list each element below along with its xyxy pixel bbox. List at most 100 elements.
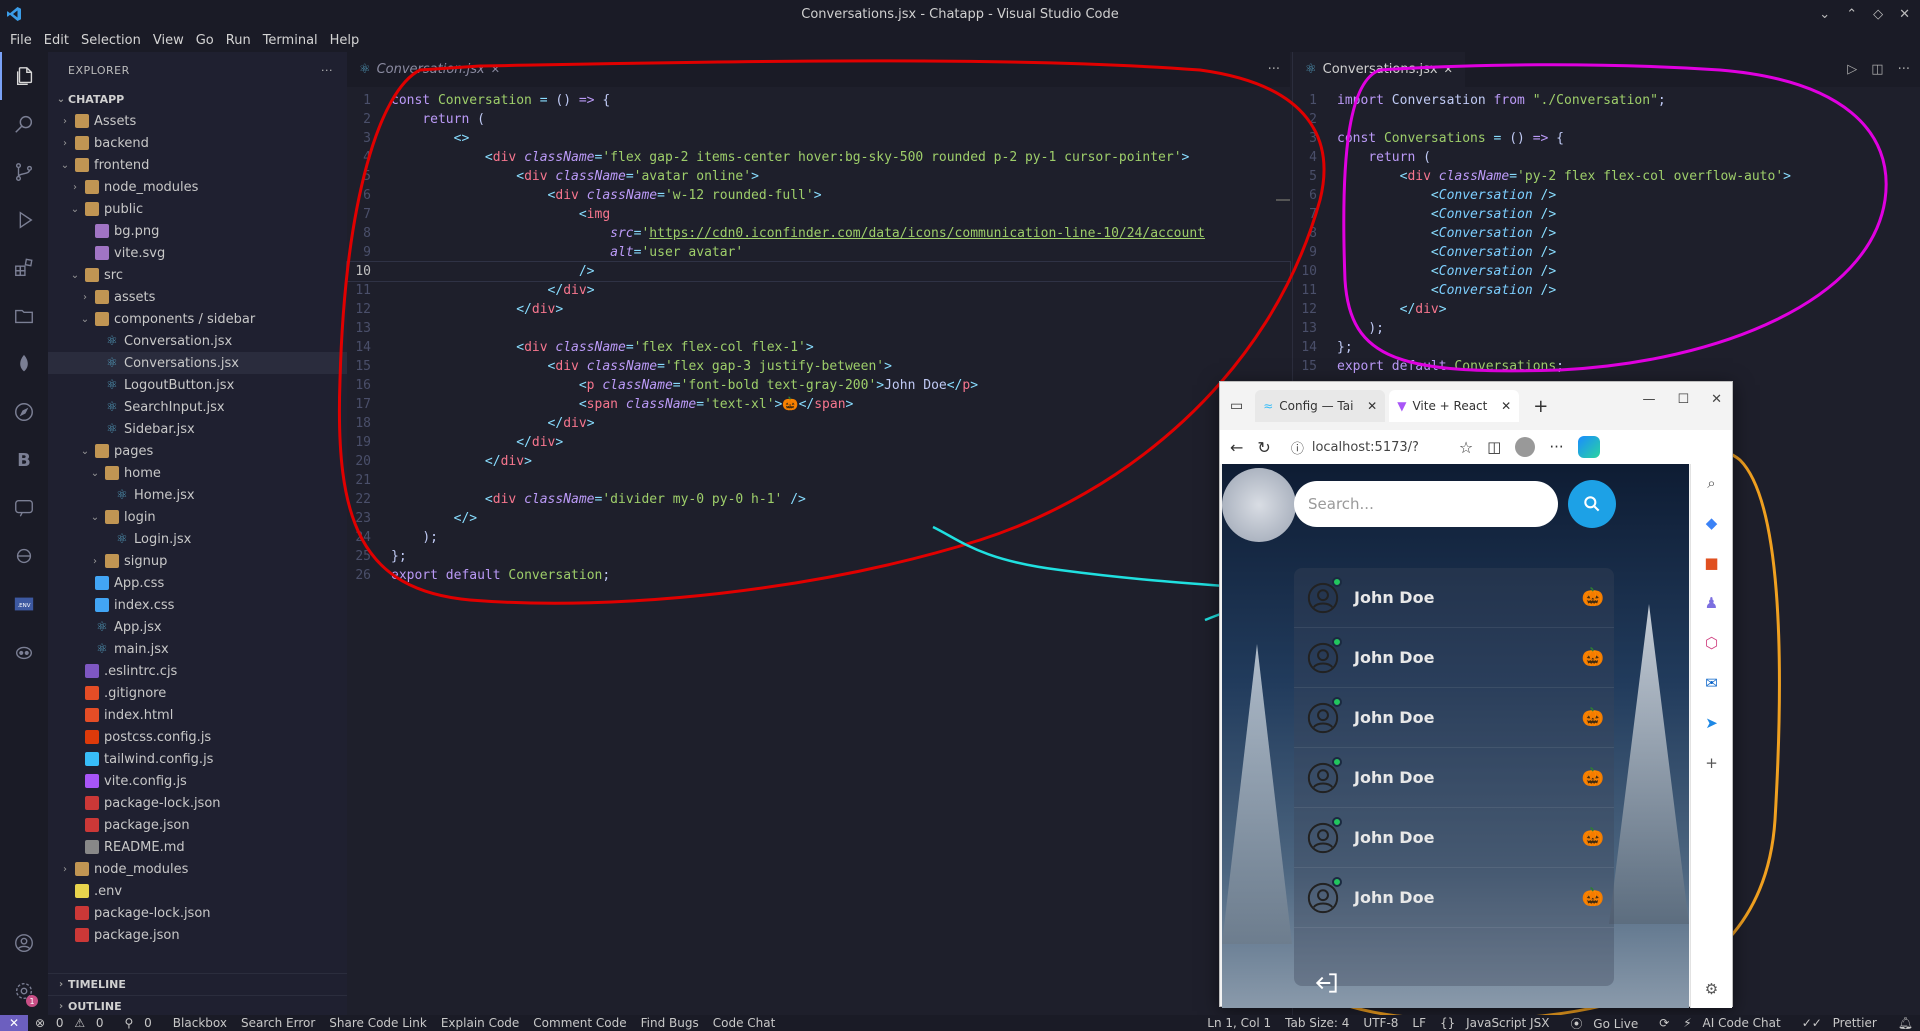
new-tab-icon[interactable]: + [1533, 396, 1548, 417]
extensions-icon[interactable] [0, 244, 48, 292]
outlook-icon[interactable]: ✉ [1705, 674, 1718, 692]
file-item[interactable]: .gitignore [48, 682, 347, 704]
maximize-icon[interactable]: ☐ [1677, 392, 1689, 407]
code-line[interactable]: 24 ); [347, 528, 1290, 547]
telegram-icon[interactable]: ➤ [1705, 714, 1718, 732]
file-item[interactable]: README.md [48, 836, 347, 858]
code-line[interactable]: 16 <p className='font-bold text-gray-200… [347, 376, 1290, 395]
code-line[interactable]: 5 <div className='py-2 flex flex-col ove… [1293, 167, 1920, 186]
folder-item[interactable]: ⌄ src [48, 264, 347, 286]
more-actions-icon[interactable]: ··· [1268, 62, 1280, 77]
back-arrow-icon[interactable]: ← [1230, 438, 1243, 457]
office-icon[interactable]: ⬡ [1705, 634, 1718, 652]
status-blackbox[interactable]: Blackbox [166, 1016, 234, 1030]
code-editor-left[interactable]: 1 const Conversation = () => {2 return (3… [346, 87, 1291, 585]
close-tab-icon[interactable]: ✕ [491, 63, 500, 76]
env-icon[interactable]: .ENV [0, 580, 48, 628]
folder-item[interactable]: ⌄ pages [48, 440, 347, 462]
copilot-icon[interactable] [0, 628, 48, 676]
tab-size[interactable]: Tab Size: 4 [1278, 1016, 1356, 1030]
prettier-button[interactable]: ✓✓ Prettier [1795, 1016, 1891, 1030]
ai-code-chat-button[interactable]: ⚡ AI Code Chat [1676, 1016, 1794, 1030]
close-icon[interactable]: ✕ [1711, 392, 1722, 407]
file-item[interactable]: ⚛ SearchInput.jsx [48, 396, 347, 418]
minimize-icon[interactable]: — [1642, 392, 1655, 407]
search-button[interactable] [1568, 480, 1616, 528]
compass-icon[interactable] [0, 388, 48, 436]
code-line[interactable]: 9 alt='user avatar' [347, 243, 1290, 262]
file-item[interactable]: .env [48, 880, 347, 902]
file-item[interactable]: package-lock.json [48, 902, 347, 924]
copilot-icon[interactable] [1577, 436, 1600, 458]
conversation-item[interactable]: John Doe 🎃 [1294, 808, 1614, 868]
file-item[interactable]: vite.config.js [48, 770, 347, 792]
run-icon[interactable]: ▷ [1847, 62, 1857, 77]
code-line[interactable]: 6 <Conversation /> [1293, 186, 1920, 205]
menu-view[interactable]: View [147, 33, 190, 48]
code-line[interactable]: 14 <div className='flex flex-col flex-1'… [347, 338, 1290, 357]
code-line[interactable]: 3 <> [347, 129, 1290, 148]
code-line[interactable]: 7 <img [347, 205, 1290, 224]
file-item[interactable]: index.html [48, 704, 347, 726]
file-item[interactable]: ⚛ Home.jsx [48, 484, 347, 506]
status-find-bugs[interactable]: Find Bugs [634, 1016, 706, 1030]
code-line[interactable]: 21 [347, 471, 1290, 490]
cursor-position[interactable]: Ln 1, Col 1 [1200, 1016, 1278, 1030]
file-item[interactable]: ⚛ Conversations.jsx [48, 352, 347, 374]
tab-conversation-jsx[interactable]: ⚛ Conversation.jsx ✕ [347, 52, 512, 87]
source-control-icon[interactable] [0, 148, 48, 196]
folder-item[interactable]: ⌄ components / sidebar [48, 308, 347, 330]
code-line[interactable]: 5 <div className='avatar online'> [347, 167, 1290, 186]
conversation-item[interactable]: John Doe 🎃 [1294, 568, 1614, 628]
code-line[interactable]: 1 const Conversation = () => { [347, 91, 1290, 110]
folder-item[interactable]: › node_modules [48, 176, 347, 198]
code-line[interactable]: 8 src='https://cdn0.iconfinder.com/data/… [347, 224, 1290, 243]
browser-tab-vite[interactable]: ▼ Vite + React ✕ [1389, 390, 1520, 422]
file-item[interactable]: postcss.config.js [48, 726, 347, 748]
code-line[interactable]: 22 <div className='divider my-0 py-0 h-1… [347, 490, 1290, 509]
folder-item[interactable]: ⌄ frontend [48, 154, 347, 176]
search-icon[interactable] [0, 100, 48, 148]
conversation-item[interactable]: John Doe 🎃 [1294, 748, 1614, 808]
favorite-star-icon[interactable]: ☆ [1459, 438, 1473, 457]
file-item[interactable]: ⚛ Login.jsx [48, 528, 347, 550]
code-line[interactable]: 7 <Conversation /> [1293, 205, 1920, 224]
conversation-item[interactable]: John Doe 🎃 [1294, 868, 1614, 928]
status-search-error[interactable]: Search Error [234, 1016, 322, 1030]
code-line[interactable]: 9 <Conversation /> [1293, 243, 1920, 262]
file-item[interactable]: vite.svg [48, 242, 347, 264]
remote-explorer-icon[interactable] [0, 532, 48, 580]
code-line[interactable]: 14}; [1293, 338, 1920, 357]
code-line[interactable]: 13 [347, 319, 1290, 338]
folder-item[interactable]: › signup [48, 550, 347, 572]
folder-item[interactable]: ⌄ login [48, 506, 347, 528]
code-editor-right[interactable]: 1 import Conversation from "./Conversatio… [1293, 87, 1920, 376]
file-item[interactable]: package-lock.json [48, 792, 347, 814]
go-live-button[interactable]: ⦿ Go Live [1563, 1015, 1652, 1031]
more-actions-icon[interactable]: ··· [1898, 62, 1910, 77]
close-tab-icon[interactable]: ✕ [1444, 63, 1453, 76]
account-icon[interactable] [0, 919, 48, 967]
scrollbar-thumb[interactable] [1276, 199, 1290, 201]
folder-item[interactable]: ⌄ public [48, 198, 347, 220]
code-line[interactable]: 12 </div> [347, 300, 1290, 319]
sync-icon[interactable]: ⟳ [1652, 1016, 1676, 1030]
address-bar[interactable]: ⓘ localhost:5173/? [1285, 434, 1445, 460]
conversation-item[interactable]: John Doe 🎃 [1294, 688, 1614, 748]
end-of-line[interactable]: LF [1405, 1016, 1433, 1030]
tab-actions-icon[interactable]: ▭ [1230, 398, 1243, 414]
folder-item[interactable]: › backend [48, 132, 347, 154]
tag-icon[interactable]: ◆ [1706, 514, 1718, 532]
code-line[interactable]: 13 ); [1293, 319, 1920, 338]
code-line[interactable]: 6 <div className='w-12 rounded-full'> [347, 186, 1290, 205]
code-line[interactable]: 18 </div> [347, 414, 1290, 433]
toolbox-icon[interactable]: ■ [1704, 554, 1718, 572]
code-line[interactable]: 17 <span className='text-xl'>🎃</span> [347, 395, 1290, 414]
file-item[interactable]: ⚛ Sidebar.jsx [48, 418, 347, 440]
language-mode[interactable]: {} JavaScript JSX [1433, 1016, 1563, 1030]
close-tab-icon[interactable]: ✕ [1501, 399, 1511, 413]
mongodb-leaf-icon[interactable] [0, 340, 48, 388]
menu-file[interactable]: File [4, 33, 38, 48]
profile-avatar-icon[interactable] [1515, 437, 1536, 457]
code-line[interactable]: 11 </div> [347, 281, 1290, 300]
